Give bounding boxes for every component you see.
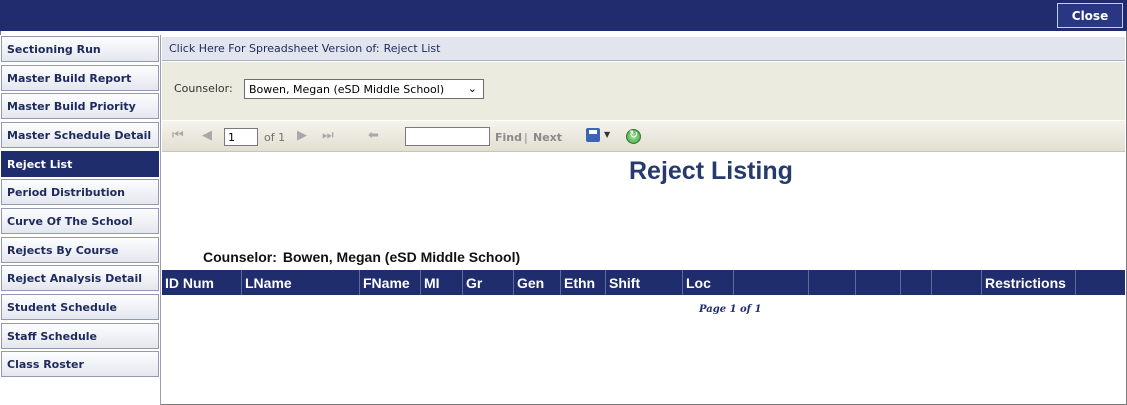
chevron-down-icon: ⌄ [467,82,477,95]
column-header-blank-2 [808,270,855,295]
parameter-panel: Counselor: Bowen, Megan (eSD Middle Scho… [162,62,1125,120]
last-page-icon[interactable]: ⏭ [322,128,334,143]
report-toolbar: ⏮ ◀ 1 of 1 ▶ ⏭ ⬅ Find | Next ▼ [162,121,1125,152]
sidebar-item-curve-of-the-school[interactable]: Curve Of The School [1,208,159,234]
column-header-shift: Shift [605,270,682,295]
refresh-icon[interactable] [626,128,641,144]
column-header-blank-3 [855,270,900,295]
sidebar-item-master-build-priority[interactable]: Master Build Priority [1,93,159,119]
toolbar-separator: | [524,131,528,144]
column-header-gr: Gr [462,270,513,295]
report-counselor-line: Counselor: Bowen, Megan (eSD Middle Schoo… [203,249,526,265]
previous-page-icon[interactable]: ◀ [202,128,212,143]
column-header-loc: Loc [682,270,733,295]
export-save-icon[interactable] [586,128,600,142]
spreadsheet-bar: Click Here For Spreadsheet Version of: R… [162,37,1125,61]
reject-table-header: ID Num LName FName MI Gr Gen Ethn Shift … [162,270,1125,295]
sidebar-item-student-schedule[interactable]: Student Schedule [1,294,159,320]
sidebar-item-reject-list[interactable]: Reject List [1,151,159,177]
export-dropdown-icon[interactable]: ▼ [604,130,610,139]
page-count-label: of 1 [264,131,286,144]
first-page-icon[interactable]: ⏮ [172,128,184,143]
column-header-gen: Gen [513,270,560,295]
column-header-restrictions: Restrictions [981,270,1075,295]
counselor-select[interactable]: Bowen, Megan (eSD Middle School) ⌄ [244,79,484,99]
column-header-blank-1 [733,270,808,295]
report-name-label: Reject List [383,42,441,55]
column-header-mi: MI [420,270,462,295]
report-title: Reject Listing [629,157,793,185]
sidebar-item-period-distribution[interactable]: Period Distribution [1,179,159,205]
report-counselor-value: Bowen, Megan (eSD Middle School) [282,249,521,265]
spreadsheet-link[interactable]: Click Here For Spreadsheet Version of: [169,42,380,55]
next-page-icon[interactable]: ▶ [297,128,307,143]
report-counselor-label: Counselor: [203,249,277,265]
close-button[interactable]: Close [1057,3,1123,28]
back-to-parent-icon[interactable]: ⬅ [368,128,379,143]
column-header-id-num: ID Num [165,274,214,291]
sidebar-item-sectioning-run[interactable]: Sectioning Run [1,36,159,62]
sidebar-item-master-build-report[interactable]: Master Build Report [1,65,159,91]
column-header-ethn: Ethn [560,270,605,295]
page-footer: Page 1 of 1 [699,304,762,315]
sidebar-item-master-schedule-detail[interactable]: Master Schedule Detail [1,122,159,148]
column-header-lname: LName [241,270,359,295]
report-sidebar: Sectioning Run Master Build Report Maste… [0,35,161,405]
find-text-input[interactable] [405,127,490,146]
column-header-blank-4 [900,270,931,295]
sidebar-item-rejects-by-course[interactable]: Rejects By Course [1,237,159,263]
sidebar-item-staff-schedule[interactable]: Staff Schedule [1,323,159,349]
page-number-input[interactable]: 1 [224,128,258,146]
sidebar-item-class-roster[interactable]: Class Roster [1,351,159,377]
top-bar: Close [0,0,1127,31]
find-next-link[interactable]: Next [533,131,562,144]
counselor-label: Counselor: [174,82,233,95]
column-header-fname: FName [359,270,420,295]
sidebar-item-reject-analysis-detail[interactable]: Reject Analysis Detail [1,265,159,291]
find-link[interactable]: Find [495,131,522,144]
counselor-select-value: Bowen, Megan (eSD Middle School) [249,82,445,96]
column-header-filler [1075,270,1125,295]
column-header-blank-5 [931,270,981,295]
